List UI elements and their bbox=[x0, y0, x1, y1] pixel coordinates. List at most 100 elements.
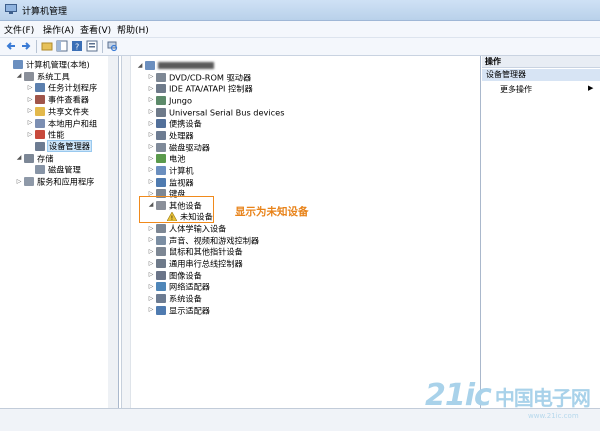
tree-item[interactable]: ▷ 声音、视频和游戏控制器 bbox=[147, 234, 259, 246]
tree-item-label: 人体学输入设备 bbox=[169, 223, 227, 234]
tree-item-label: 服务和应用程序 bbox=[37, 176, 95, 187]
collapse-toggle-icon[interactable]: ◢ bbox=[15, 152, 23, 164]
collapse-toggle-icon[interactable]: ◢ bbox=[136, 60, 144, 72]
tree-item[interactable]: 计算机管理(本地) bbox=[4, 58, 90, 70]
collapse-toggle-icon[interactable]: ◢ bbox=[15, 70, 23, 82]
expand-toggle-icon[interactable]: ▷ bbox=[15, 176, 23, 188]
computer-icon bbox=[145, 61, 155, 70]
watermark-cn: 中国电子网 bbox=[494, 386, 591, 410]
event-viewer-icon bbox=[35, 95, 45, 105]
tree-item[interactable]: 设备管理器 bbox=[26, 140, 92, 153]
tree-item-label: 计算机 bbox=[169, 165, 194, 176]
expand-toggle-icon[interactable]: ▷ bbox=[26, 94, 34, 106]
actions-header: 操作 bbox=[482, 56, 600, 68]
forward-arrow-icon[interactable] bbox=[20, 40, 32, 52]
tree-item[interactable]: ▷ 网络适配器 bbox=[147, 280, 210, 292]
tree-item[interactable]: ▷ 事件查看器 bbox=[26, 93, 89, 105]
tree-item[interactable]: ▷ 便携设备 bbox=[147, 117, 202, 129]
tree-item[interactable]: ◢ 系统工具 bbox=[15, 70, 70, 82]
tree-item[interactable]: ▷ 图像设备 bbox=[147, 269, 202, 281]
tree-item[interactable]: ▷ IDE ATA/ATAPI 控制器 bbox=[147, 82, 253, 94]
tree-item[interactable]: ▷ 人体学输入设备 bbox=[147, 222, 227, 234]
tree-item-label: 本地用户和组 bbox=[48, 118, 98, 128]
watermark-url: www.21ic.com bbox=[528, 412, 579, 420]
tree-item[interactable]: ▷ Jungo bbox=[147, 94, 192, 106]
back-arrow-icon[interactable] bbox=[5, 40, 17, 52]
tree-item[interactable]: ▷ Universal Serial Bus devices bbox=[147, 106, 285, 118]
clock-icon bbox=[35, 83, 45, 93]
services-icon bbox=[24, 177, 34, 186]
display-adapter-icon bbox=[156, 305, 166, 315]
network-adapter-icon bbox=[156, 282, 166, 292]
actions-pane: 操作 设备管理器 更多操作 ▶ bbox=[482, 56, 600, 408]
tree-item[interactable]: ▷ 电池 bbox=[147, 152, 186, 164]
tree-item[interactable]: ▷ 共享文件夹 bbox=[26, 105, 89, 117]
menu-view[interactable]: 查看(V) bbox=[80, 23, 111, 36]
tree-item[interactable]: ▷ 磁盘驱动器 bbox=[147, 141, 210, 153]
usb-controller-icon bbox=[156, 259, 166, 269]
device-manager-icon bbox=[35, 141, 45, 151]
menu-bar: 文件(F) 操作(A) 查看(V) 帮助(H) bbox=[0, 21, 600, 38]
tree-item[interactable]: ▷ 处理器 bbox=[147, 129, 194, 141]
tree-item[interactable]: ▷ 性能 bbox=[26, 128, 65, 141]
tree-item-label: 监视器 bbox=[169, 177, 194, 187]
tree-item[interactable]: ◢ 存储 bbox=[15, 152, 54, 164]
menu-help[interactable]: 帮助(H) bbox=[117, 23, 149, 36]
menu-action[interactable]: 操作(A) bbox=[43, 23, 74, 36]
tree-item[interactable]: ▷ 显示适配器 bbox=[147, 304, 210, 316]
ide-controller-icon bbox=[156, 84, 166, 94]
tree-item-label: 声音、视频和游戏控制器 bbox=[169, 235, 260, 246]
tree-item-label: 磁盘驱动器 bbox=[169, 142, 210, 153]
help-icon[interactable]: ? bbox=[71, 40, 83, 52]
folder-icon bbox=[35, 106, 45, 116]
battery-icon bbox=[156, 154, 166, 164]
tree-item[interactable]: ▷ 鼠标和其他指针设备 bbox=[147, 245, 243, 257]
tree-item[interactable]: ▷ DVD/CD-ROM 驱动器 bbox=[147, 71, 251, 83]
submenu-arrow-icon[interactable]: ▶ bbox=[588, 84, 593, 92]
navigation-tree-pane: 计算机管理(本地) ◢ 系统工具 ▷ 任务计划程序 ▷ 事件查看器 ▷ 共享文件夹 ▷ 本地用户和组… bbox=[0, 56, 119, 408]
tree-item-label: 便携设备 bbox=[169, 118, 202, 129]
expand-toggle-icon[interactable]: ▷ bbox=[147, 304, 155, 316]
expand-toggle-icon[interactable]: ▷ bbox=[26, 82, 34, 94]
toolbar: ? bbox=[0, 38, 600, 56]
tree-item[interactable]: 磁盘管理 bbox=[26, 163, 81, 175]
show-hide-tree-icon[interactable] bbox=[56, 40, 68, 52]
svg-text:?: ? bbox=[75, 43, 79, 52]
tree-item-label: IDE ATA/ATAPI 控制器 bbox=[169, 83, 253, 94]
highlight-box bbox=[139, 196, 214, 223]
tree-item-label: 鼠标和其他指针设备 bbox=[169, 246, 243, 257]
tree-item-label: 计算机管理(本地) bbox=[26, 59, 90, 70]
tree-item-label: 系统工具 bbox=[37, 71, 70, 82]
computer-icon bbox=[13, 60, 23, 69]
tree-item[interactable]: ◢ bbox=[136, 59, 214, 71]
scan-hardware-icon[interactable] bbox=[106, 40, 118, 52]
tree-item[interactable]: ▷ 通用串行总线控制器 bbox=[147, 257, 243, 269]
tree-item[interactable]: ▷ 计算机 bbox=[147, 164, 194, 176]
tree-item[interactable]: ▷ 监视器 bbox=[147, 176, 194, 188]
tree-item[interactable]: ▷ 服务和应用程序 bbox=[15, 175, 95, 188]
expand-toggle-icon[interactable]: ▷ bbox=[26, 129, 34, 141]
tree-item-label: DVD/CD-ROM 驱动器 bbox=[169, 72, 252, 83]
properties-icon[interactable] bbox=[86, 40, 98, 52]
tree-item[interactable]: ▷ 系统设备 bbox=[147, 292, 202, 304]
expand-toggle-icon[interactable]: ▷ bbox=[26, 105, 34, 117]
menu-file[interactable]: 文件(F) bbox=[4, 23, 34, 36]
tree-item-label bbox=[158, 62, 214, 69]
processor-icon bbox=[156, 130, 166, 140]
device-tree-scrollbar[interactable] bbox=[122, 56, 131, 408]
tree-item[interactable]: ▷ 本地用户和组 bbox=[26, 117, 97, 129]
navigation-scrollbar[interactable] bbox=[108, 56, 118, 408]
mouse-icon bbox=[156, 247, 166, 257]
actions-group-device-manager[interactable]: 设备管理器 bbox=[482, 69, 600, 81]
tree-item[interactable]: ▷ 任务计划程序 bbox=[26, 81, 97, 93]
tree-item-label: 图像设备 bbox=[169, 270, 202, 281]
window-title: 计算机管理 bbox=[22, 7, 68, 17]
usb-icon bbox=[156, 107, 166, 117]
system-device-icon bbox=[156, 294, 166, 303]
tree-item-label: 网络适配器 bbox=[169, 281, 210, 292]
more-actions-link[interactable]: 更多操作 bbox=[500, 84, 532, 95]
tree-item-label: 磁盘管理 bbox=[48, 164, 81, 175]
expand-toggle-icon[interactable]: ▷ bbox=[26, 117, 34, 129]
up-folder-icon[interactable] bbox=[41, 40, 53, 52]
dvd-drive-icon bbox=[156, 72, 166, 82]
